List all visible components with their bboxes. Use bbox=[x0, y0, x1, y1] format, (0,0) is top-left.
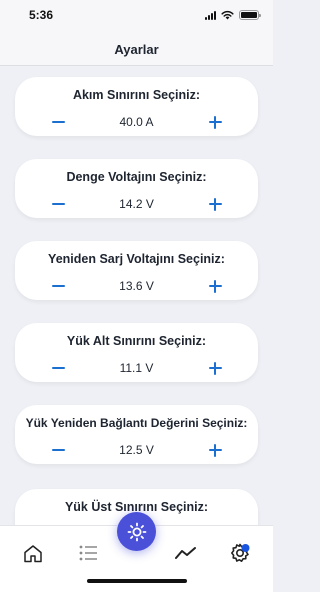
settings-list[interactable]: Akım Sınırını Seçiniz: 40.0 A Denge Volt… bbox=[0, 67, 273, 525]
increase-button[interactable] bbox=[206, 360, 224, 376]
setting-title: Yeniden Sarj Voltajını Seçiniz: bbox=[48, 252, 225, 266]
setting-stepper: 11.1 V bbox=[15, 360, 258, 376]
list-icon bbox=[79, 545, 97, 561]
setting-stepper: 40.0 A bbox=[15, 114, 258, 130]
increase-button[interactable] bbox=[206, 114, 224, 130]
status-icons bbox=[205, 9, 261, 21]
home-icon bbox=[24, 544, 42, 562]
setting-card-balance-voltage: Denge Voltajını Seçiniz: 14.2 V bbox=[15, 159, 258, 218]
setting-stepper: 12.5 V bbox=[15, 442, 258, 458]
setting-card-load-low-limit: Yük Alt Sınırını Seçiniz: 11.1 V bbox=[15, 323, 258, 382]
page-title: Ayarlar bbox=[114, 42, 159, 57]
setting-title: Yük Alt Sınırını Seçiniz: bbox=[66, 334, 207, 348]
status-time: 5:36 bbox=[29, 8, 54, 22]
tab-list[interactable] bbox=[76, 542, 100, 564]
brightness-icon bbox=[127, 522, 146, 541]
setting-title: Denge Voltajını Seçiniz: bbox=[66, 170, 207, 184]
setting-card-load-reconnect: Yük Yeniden Bağlantı Değerini Seçiniz: 1… bbox=[15, 405, 258, 464]
status-bar: 5:36 bbox=[0, 0, 273, 34]
setting-card-current-limit: Akım Sınırını Seçiniz: 40.0 A bbox=[15, 77, 258, 136]
tab-settings[interactable] bbox=[228, 542, 252, 564]
trend-icon bbox=[175, 547, 196, 559]
battery-icon bbox=[239, 10, 261, 20]
home-indicator bbox=[87, 579, 187, 583]
tab-home[interactable] bbox=[21, 542, 45, 564]
tab-trend[interactable] bbox=[174, 542, 198, 564]
brightness-fab-button[interactable] bbox=[117, 512, 156, 551]
notification-dot bbox=[241, 544, 250, 552]
setting-stepper: 13.6 V bbox=[15, 278, 258, 294]
navigation-header: Ayarlar bbox=[0, 34, 273, 66]
settings-gear-icon bbox=[231, 543, 250, 562]
setting-stepper: 14.2 V bbox=[15, 196, 258, 212]
setting-title: Yük Yeniden Bağlantı Değerini Seçiniz: bbox=[25, 416, 248, 430]
increase-button[interactable] bbox=[206, 278, 224, 294]
increase-button[interactable] bbox=[206, 196, 224, 212]
setting-card-recharge-voltage: Yeniden Sarj Voltajını Seçiniz: 13.6 V bbox=[15, 241, 258, 300]
increase-button[interactable] bbox=[206, 442, 224, 458]
setting-title: Akım Sınırını Seçiniz: bbox=[72, 88, 201, 102]
cellular-signal-icon bbox=[205, 10, 216, 20]
wifi-icon bbox=[221, 10, 234, 20]
